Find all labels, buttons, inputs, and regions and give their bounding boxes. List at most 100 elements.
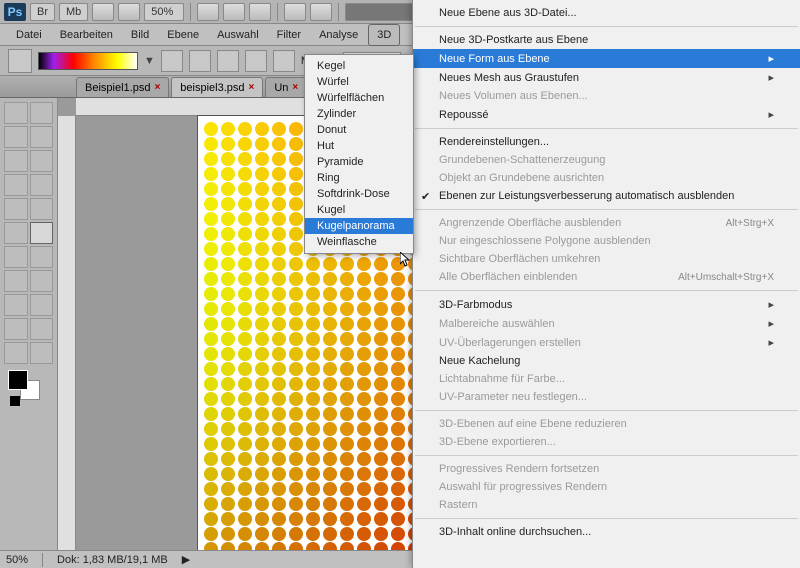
hand-tool[interactable] <box>4 342 28 364</box>
submenu-item[interactable]: Ring <box>305 170 413 186</box>
default-colors-icon[interactable] <box>10 396 20 406</box>
menu-item[interactable]: Repoussé▸ <box>413 105 800 124</box>
menu-item[interactable]: Ebenen zur Leistungsverbesserung automat… <box>413 187 800 205</box>
menu-ebene[interactable]: Ebene <box>159 25 207 45</box>
history-brush-tool[interactable] <box>30 198 54 220</box>
heal-tool[interactable] <box>4 174 28 196</box>
eraser-tool[interactable] <box>4 222 28 244</box>
close-icon[interactable]: × <box>154 82 160 93</box>
submenu-item[interactable]: Donut <box>305 122 413 138</box>
menu-auswahl[interactable]: Auswahl <box>209 25 267 45</box>
menu-item[interactable]: 3D-Farbmodus▸ <box>413 295 800 314</box>
menu-item[interactable]: Neues Mesh aus Graustufen▸ <box>413 68 800 87</box>
stamp-tool[interactable] <box>4 198 28 220</box>
3d-rotate-tool[interactable] <box>4 318 28 340</box>
menu-bearbeiten[interactable]: Bearbeiten <box>52 25 121 45</box>
magic-wand-tool[interactable] <box>30 126 54 148</box>
submenu-item[interactable]: Würfelflächen <box>305 90 413 106</box>
workspace-switcher[interactable] <box>345 3 415 21</box>
gradient-preview[interactable] <box>38 52 138 70</box>
submenu-item[interactable]: Kegel <box>305 58 413 74</box>
submenu-item[interactable]: Hut <box>305 138 413 154</box>
gradient-linear-icon[interactable] <box>161 50 183 72</box>
status-zoom[interactable]: 50% <box>6 554 28 566</box>
gradient-diamond-icon[interactable] <box>273 50 295 72</box>
zoom-icon[interactable] <box>223 3 245 21</box>
screen-mode-icon[interactable] <box>92 3 114 21</box>
shape-tool[interactable] <box>30 294 54 316</box>
rotate-view-icon[interactable] <box>249 3 271 21</box>
3d-menu: Neue Ebene aus 3D-Datei... Neue 3D-Postka… <box>412 0 800 568</box>
separator <box>277 3 278 21</box>
gradient-angle-icon[interactable] <box>217 50 239 72</box>
menu-item-label: Progressives Rendern fortsetzen <box>439 463 599 475</box>
submenu-item[interactable]: Kugelpanorama <box>305 218 413 234</box>
menu-analyse[interactable]: Analyse <box>311 25 366 45</box>
shape-submenu: KegelWürfelWürfelflächenZylinderDonutHut… <box>304 54 414 254</box>
submenu-item[interactable]: Würfel <box>305 74 413 90</box>
menu-item-label: Sichtbare Oberflächen umkehren <box>439 253 600 265</box>
close-icon[interactable]: × <box>249 82 255 93</box>
submenu-item[interactable]: Weinflasche <box>305 234 413 250</box>
arrange-docs-icon[interactable] <box>284 3 306 21</box>
ps-logo: Ps <box>4 3 26 21</box>
menu-item: Auswahl für progressives Rendern <box>413 478 800 496</box>
menu-filter[interactable]: Filter <box>269 25 309 45</box>
menu-item[interactable]: Rendereinstellungen... <box>413 133 800 151</box>
foreground-swatch[interactable] <box>8 370 28 390</box>
menu-item-label: Neues Volumen aus Ebenen... <box>439 90 588 102</box>
menu-item[interactable]: Neue Ebene aus 3D-Datei... <box>413 4 800 22</box>
menu-item[interactable]: Neue Kachelung <box>413 352 800 370</box>
doc-tab[interactable]: beispiel3.psd× <box>171 77 263 97</box>
menu-3d[interactable]: 3D <box>368 24 400 46</box>
menu-item[interactable]: 3D-Inhalt online durchsuchen... <box>413 523 800 541</box>
menu-item-label: Rendereinstellungen... <box>439 136 549 148</box>
view-extras-icon[interactable] <box>118 3 140 21</box>
move-tool[interactable] <box>4 102 28 124</box>
menu-item: Sichtbare Oberflächen umkehren <box>413 250 800 268</box>
3d-camera-tool[interactable] <box>30 318 54 340</box>
tab-label: Beispiel1.psd <box>85 82 150 94</box>
blur-tool[interactable] <box>4 246 28 268</box>
crop-tool[interactable] <box>4 150 28 172</box>
menu-datei[interactable]: Datei <box>8 25 50 45</box>
screen-mode-icon[interactable] <box>310 3 332 21</box>
zoom-level[interactable]: 50% <box>144 3 184 21</box>
menu-item-label: Neue Ebene aus 3D-Datei... <box>439 7 577 19</box>
menu-item: Lichtabnahme für Farbe... <box>413 370 800 388</box>
submenu-item[interactable]: Softdrink-Dose <box>305 186 413 202</box>
menu-bild[interactable]: Bild <box>123 25 157 45</box>
zoom-tool[interactable] <box>30 342 54 364</box>
gradient-tool-icon[interactable] <box>8 49 32 73</box>
minibridge-button[interactable]: Mb <box>59 3 88 21</box>
submenu-item[interactable]: Pyramide <box>305 154 413 170</box>
submenu-item[interactable]: Zylinder <box>305 106 413 122</box>
path-select-tool[interactable] <box>4 294 28 316</box>
close-icon[interactable]: × <box>292 82 298 93</box>
menu-item[interactable]: Neue 3D-Postkarte aus Ebene <box>413 31 800 49</box>
menu-item-label: Alle Oberflächen einblenden <box>439 271 577 283</box>
submenu-item[interactable]: Kugel <box>305 202 413 218</box>
lasso-tool[interactable] <box>4 126 28 148</box>
marquee-tool[interactable] <box>30 102 54 124</box>
hand-icon[interactable] <box>197 3 219 21</box>
gradient-reflected-icon[interactable] <box>245 50 267 72</box>
eyedropper-tool[interactable] <box>30 150 54 172</box>
doc-tab[interactable]: Beispiel1.psd × <box>76 77 169 97</box>
menu-divider <box>415 128 798 129</box>
dodge-tool[interactable] <box>30 246 54 268</box>
shortcut: Alt+Umschalt+Strg+X <box>678 272 774 283</box>
status-doc-size[interactable]: Dok: 1,83 MB/19,1 MB <box>57 554 168 566</box>
color-swatches[interactable] <box>4 366 53 406</box>
type-tool[interactable] <box>30 270 54 292</box>
gradient-radial-icon[interactable] <box>189 50 211 72</box>
menu-item-label: Angrenzende Oberfläche ausblenden <box>439 217 621 229</box>
pen-tool[interactable] <box>4 270 28 292</box>
bridge-button[interactable]: Br <box>30 3 55 21</box>
doc-tab[interactable]: Un× <box>265 77 307 97</box>
gradient-tool[interactable] <box>30 222 54 244</box>
menu-item-label: Neue Form aus Ebene <box>439 53 550 65</box>
brush-tool[interactable] <box>30 174 54 196</box>
menu-divider <box>415 290 798 291</box>
menu-item[interactable]: Neue Form aus Ebene▸ <box>413 49 800 68</box>
